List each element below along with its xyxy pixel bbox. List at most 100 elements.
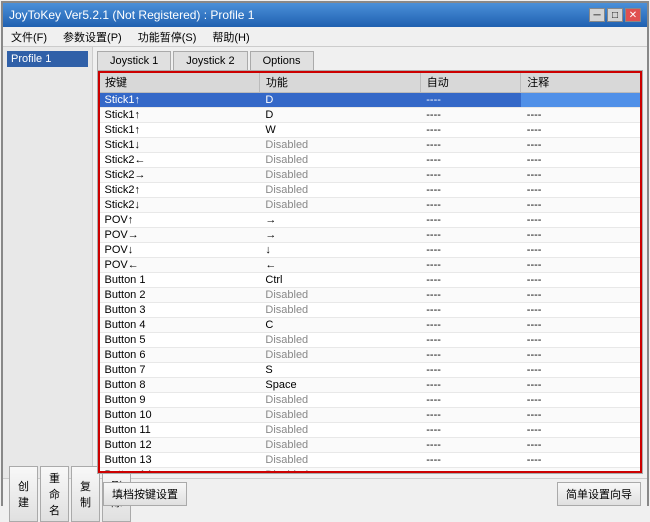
table-row[interactable]: Stick2→Disabled-------- <box>99 168 642 183</box>
cell-auto: ---- <box>420 168 521 183</box>
table-row[interactable]: POV↓↓-------- <box>99 243 642 258</box>
cell-auto: ---- <box>420 198 521 213</box>
table-row[interactable]: Stick1↑W-------- <box>99 123 642 138</box>
table-row[interactable]: Button 2Disabled-------- <box>99 288 642 303</box>
table-row[interactable]: Button 9Disabled-------- <box>99 393 642 408</box>
button-table-container[interactable]: 按键 功能 自动 注释 Stick1↑D----Stick1↑D--------… <box>97 70 643 474</box>
cell-auto: ---- <box>420 258 521 273</box>
cell-note: ---- <box>521 393 642 408</box>
cell-button: Button 3 <box>99 303 260 318</box>
table-row[interactable]: Stick2←Disabled-------- <box>99 153 642 168</box>
close-button[interactable]: ✕ <box>625 8 641 22</box>
bottom-bar: 创建 重命名 复制 删除 填档按键设置 简单设置向导 <box>3 478 647 508</box>
cell-func: C <box>259 318 420 333</box>
table-row[interactable]: Button 4C-------- <box>99 318 642 333</box>
cell-button: POV→ <box>99 228 260 243</box>
cell-auto: ---- <box>420 183 521 198</box>
main-content: Profile 1 Joystick 1 Joystick 2 Options … <box>3 47 647 478</box>
table-row[interactable]: POV→→-------- <box>99 228 642 243</box>
tab-options[interactable]: Options <box>250 51 314 70</box>
table-row[interactable]: Stick2↓Disabled-------- <box>99 198 642 213</box>
cell-button: Button 8 <box>99 378 260 393</box>
tab-joystick2[interactable]: Joystick 2 <box>173 51 247 70</box>
cell-button: Stick2↑ <box>99 183 260 198</box>
table-row[interactable]: Stick1↓Disabled-------- <box>99 138 642 153</box>
cell-auto: ---- <box>420 228 521 243</box>
table-row[interactable]: Button 8Space-------- <box>99 378 642 393</box>
cell-note: ---- <box>521 213 642 228</box>
cell-func: Disabled <box>259 183 420 198</box>
cell-note: ---- <box>521 183 642 198</box>
button-table: 按键 功能 自动 注释 Stick1↑D----Stick1↑D--------… <box>98 71 642 474</box>
wizard-button[interactable]: 简单设置向导 <box>557 482 641 506</box>
menu-help[interactable]: 帮助(H) <box>208 28 253 46</box>
menu-settings[interactable]: 参数设置(P) <box>59 28 126 46</box>
sidebar-bottom-buttons: 创建 重命名 复制 删除 <box>7 466 97 522</box>
minimize-button[interactable]: ─ <box>589 8 605 22</box>
cell-button: POV← <box>99 258 260 273</box>
cell-button: Button 14 <box>99 468 260 475</box>
table-row[interactable]: Stick1↑D-------- <box>99 108 642 123</box>
cell-auto: ---- <box>420 318 521 333</box>
tab-joystick1[interactable]: Joystick 1 <box>97 51 171 70</box>
cell-note: ---- <box>521 453 642 468</box>
cell-note: ---- <box>521 318 642 333</box>
cell-note: ---- <box>521 273 642 288</box>
window-title: JoyToKey Ver5.2.1 (Not Registered) : Pro… <box>9 8 254 22</box>
menu-file[interactable]: 文件(F) <box>7 28 51 46</box>
cell-button: Stick2→ <box>99 168 260 183</box>
table-row[interactable]: Button 3Disabled-------- <box>99 303 642 318</box>
table-row[interactable]: Button 6Disabled-------- <box>99 348 642 363</box>
cell-auto: ---- <box>420 393 521 408</box>
create-button[interactable]: 创建 <box>9 466 38 522</box>
maximize-button[interactable]: □ <box>607 8 623 22</box>
rename-button[interactable]: 重命名 <box>40 466 69 522</box>
table-row[interactable]: Button 5Disabled-------- <box>99 333 642 348</box>
table-row[interactable]: Button 10Disabled-------- <box>99 408 642 423</box>
cell-auto: ---- <box>420 303 521 318</box>
col-header-func: 功能 <box>259 72 420 93</box>
cell-button: Stick1↓ <box>99 138 260 153</box>
cell-note: ---- <box>521 198 642 213</box>
menu-bar: 文件(F) 参数设置(P) 功能暂停(S) 帮助(H) <box>3 27 647 47</box>
copy-button[interactable]: 复制 <box>71 466 100 522</box>
cell-note: ---- <box>521 378 642 393</box>
right-panel: Joystick 1 Joystick 2 Options 按键 功能 自动 注… <box>93 47 647 478</box>
table-row[interactable]: Stick2↑Disabled-------- <box>99 183 642 198</box>
cell-auto: ---- <box>420 453 521 468</box>
table-row[interactable]: Button 12Disabled-------- <box>99 438 642 453</box>
cell-note: ---- <box>521 123 642 138</box>
cell-func: Disabled <box>259 138 420 153</box>
cell-func: Disabled <box>259 468 420 475</box>
cell-func: → <box>259 213 420 228</box>
title-bar-buttons: ─ □ ✕ <box>589 8 641 22</box>
cell-note: ---- <box>521 153 642 168</box>
col-header-note: 注释 <box>521 72 642 93</box>
cell-auto: ---- <box>420 153 521 168</box>
cell-note: ---- <box>521 363 642 378</box>
cell-note: ---- <box>521 303 642 318</box>
cell-func: Disabled <box>259 453 420 468</box>
cell-button: Button 12 <box>99 438 260 453</box>
cell-func: ← <box>259 258 420 273</box>
table-row[interactable]: Button 13Disabled-------- <box>99 453 642 468</box>
cell-button: Button 6 <box>99 348 260 363</box>
title-bar: JoyToKey Ver5.2.1 (Not Registered) : Pro… <box>3 3 647 27</box>
sidebar-item-profile1[interactable]: Profile 1 <box>7 51 88 67</box>
cell-button: Button 4 <box>99 318 260 333</box>
table-row[interactable]: POV←←-------- <box>99 258 642 273</box>
fill-button[interactable]: 填档按键设置 <box>103 482 187 506</box>
cell-func: Disabled <box>259 408 420 423</box>
table-row[interactable]: Button 7S-------- <box>99 363 642 378</box>
cell-func: ↓ <box>259 243 420 258</box>
table-row[interactable]: POV↑→-------- <box>99 213 642 228</box>
col-header-auto: 自动 <box>420 72 521 93</box>
cell-func: Disabled <box>259 288 420 303</box>
table-row[interactable]: Button 14Disabled-------- <box>99 468 642 475</box>
menu-pause[interactable]: 功能暂停(S) <box>134 28 201 46</box>
table-row[interactable]: Button 1Ctrl-------- <box>99 273 642 288</box>
cell-func: → <box>259 228 420 243</box>
table-row[interactable]: Button 11Disabled-------- <box>99 423 642 438</box>
cell-button: Stick1↑ <box>99 108 260 123</box>
table-row[interactable]: Stick1↑D---- <box>99 93 642 108</box>
